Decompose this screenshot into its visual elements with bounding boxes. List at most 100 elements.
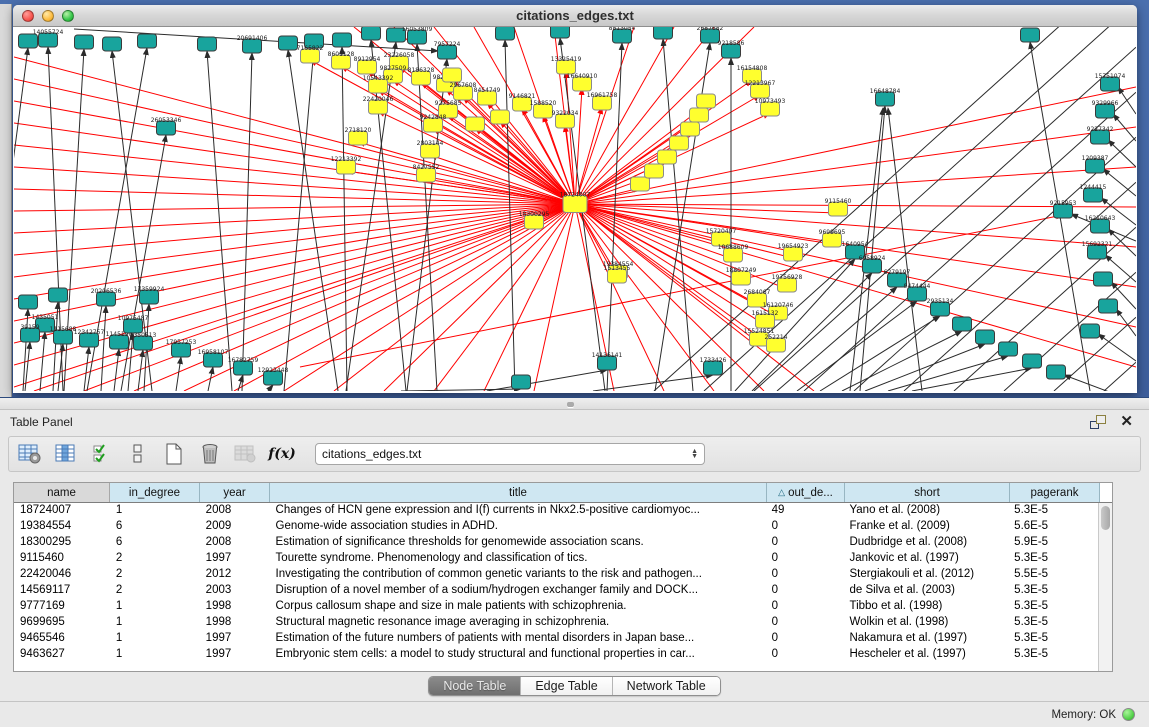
column-header-outde[interactable]: △out_de... bbox=[767, 483, 845, 502]
function-builder-icon[interactable]: f(x) bbox=[269, 441, 295, 467]
graph-node[interactable] bbox=[512, 375, 531, 389]
column-header-pagerank[interactable]: pagerank bbox=[1010, 483, 1100, 502]
column-header-name[interactable]: name bbox=[14, 483, 110, 502]
table-cell: 1 bbox=[110, 631, 200, 647]
table-panel: Table Panel ✕ f(x) citations_edges.txt bbox=[0, 410, 1149, 727]
graph-node[interactable] bbox=[654, 27, 673, 39]
table-row[interactable]: 1872400712008Changes of HCN gene express… bbox=[14, 503, 1098, 519]
graph-node-label: 9329966 bbox=[1092, 100, 1119, 107]
graph-node-label: 1350513 bbox=[130, 332, 157, 339]
table-cell: 2008 bbox=[200, 503, 270, 519]
close-panel-icon[interactable]: ✕ bbox=[1120, 415, 1133, 429]
tab-edge-table[interactable]: Edge Table bbox=[521, 677, 612, 695]
column-header-indegree[interactable]: in_degree bbox=[110, 483, 200, 502]
graph-node[interactable] bbox=[75, 35, 94, 49]
table-row[interactable]: 2242004622012Investigating the contribut… bbox=[14, 567, 1098, 583]
graph-node-label: 13325419 bbox=[551, 56, 582, 63]
graph-node[interactable] bbox=[697, 94, 716, 108]
table-cell: Nakamura et al. (1997) bbox=[843, 631, 1008, 647]
graph-node[interactable] bbox=[103, 37, 122, 51]
table-row[interactable]: 946554611997Estimation of the future num… bbox=[14, 631, 1098, 647]
network-graph[interactable]: 1405572420691406160538097957224881305426… bbox=[14, 27, 1136, 391]
graph-node-label: 8427552 bbox=[413, 164, 440, 171]
delete-table-icon[interactable] bbox=[197, 441, 223, 467]
graph-node[interactable] bbox=[443, 68, 462, 82]
graph-node[interactable] bbox=[690, 108, 709, 122]
graph-node[interactable] bbox=[491, 110, 510, 124]
graph-node[interactable] bbox=[49, 288, 68, 302]
table-cell: 5.3E-5 bbox=[1008, 551, 1098, 567]
table-row[interactable]: 977716911998Corpus callosum shape and si… bbox=[14, 599, 1098, 615]
graph-node[interactable] bbox=[1081, 324, 1100, 338]
new-file-icon[interactable] bbox=[161, 441, 187, 467]
graph-node[interactable] bbox=[138, 34, 157, 48]
table-cell: 1997 bbox=[200, 631, 270, 647]
table-cell: Hescheler et al. (1997) bbox=[843, 647, 1008, 663]
table-cell: 6 bbox=[110, 519, 200, 535]
graph-node[interactable] bbox=[362, 27, 381, 40]
graph-node[interactable] bbox=[1047, 365, 1066, 379]
column-header-year[interactable]: year bbox=[200, 483, 270, 502]
table-body[interactable]: 1872400712008Changes of HCN gene express… bbox=[14, 503, 1098, 671]
graph-node[interactable] bbox=[999, 342, 1018, 356]
table-row[interactable]: 1938455462009Genome-wide association stu… bbox=[14, 519, 1098, 535]
table-row[interactable]: 911546021997Tourette syndrome. Phenomeno… bbox=[14, 551, 1098, 567]
graph-node[interactable] bbox=[1099, 299, 1118, 313]
float-panel-icon[interactable] bbox=[1090, 415, 1106, 429]
graph-node[interactable] bbox=[645, 164, 664, 178]
graph-node[interactable] bbox=[19, 34, 38, 48]
row-height-icon[interactable] bbox=[125, 441, 151, 467]
graph-node[interactable] bbox=[333, 33, 352, 47]
table-scrollbar[interactable] bbox=[1098, 503, 1112, 671]
network-canvas[interactable]: 1405572420691406160538097957224881305426… bbox=[14, 27, 1136, 391]
graph-node-label: 19756928 bbox=[772, 274, 803, 281]
select-all-check-icon[interactable] bbox=[89, 441, 115, 467]
panel-divider[interactable] bbox=[0, 397, 1149, 410]
graph-node-label: 20206536 bbox=[91, 288, 122, 295]
graph-node[interactable] bbox=[551, 27, 570, 38]
graph-node-label: 9322034 bbox=[552, 110, 579, 117]
graph-node-label: 16120746 bbox=[763, 302, 794, 309]
table-panel-title: Table Panel bbox=[10, 415, 73, 429]
table-cell: Wolkin et al. (1998) bbox=[843, 615, 1008, 631]
graph-node[interactable] bbox=[681, 122, 700, 136]
graph-node[interactable] bbox=[953, 317, 972, 331]
tab-network-table[interactable]: Network Table bbox=[613, 677, 720, 695]
table-row[interactable]: 969969511998Structural magnetic resonanc… bbox=[14, 615, 1098, 631]
scrollbar-thumb[interactable] bbox=[1101, 506, 1110, 530]
divider-grip-icon[interactable] bbox=[567, 402, 574, 407]
table-row[interactable]: 946362711997Embryonic stem cells: a mode… bbox=[14, 647, 1098, 663]
table-cell: 0 bbox=[766, 535, 844, 551]
table-row[interactable]: 1456911722003Disruption of a novel membe… bbox=[14, 583, 1098, 599]
table-row[interactable]: 1830029562008Estimation of significance … bbox=[14, 535, 1098, 551]
table-cell: 1997 bbox=[200, 647, 270, 663]
graph-node[interactable] bbox=[198, 37, 217, 51]
graph-node[interactable] bbox=[496, 27, 515, 40]
memory-ok-icon[interactable] bbox=[1122, 708, 1135, 721]
column-header-title[interactable]: title bbox=[270, 483, 767, 502]
table-select-dropdown[interactable]: citations_edges.txt ▲▼ bbox=[315, 443, 705, 465]
window-titlebar[interactable]: citations_edges.txt bbox=[13, 5, 1137, 27]
graph-node[interactable] bbox=[631, 177, 650, 191]
table-cell: 2 bbox=[110, 583, 200, 599]
graph-node-label: 9227342 bbox=[1087, 126, 1114, 133]
graph-node[interactable] bbox=[1023, 354, 1042, 368]
graph-node[interactable] bbox=[976, 330, 995, 344]
table-cell: 6 bbox=[110, 535, 200, 551]
table-cell: 0 bbox=[766, 567, 844, 583]
column-select-icon[interactable] bbox=[53, 441, 79, 467]
sort-ascending-icon: △ bbox=[778, 487, 785, 498]
tab-node-table[interactable]: Node Table bbox=[429, 677, 521, 695]
graph-node[interactable] bbox=[670, 136, 689, 150]
graph-node[interactable] bbox=[1094, 272, 1113, 286]
column-header-short[interactable]: short bbox=[845, 483, 1010, 502]
graph-node[interactable] bbox=[658, 150, 677, 164]
graph-node[interactable] bbox=[466, 117, 485, 131]
graph-node[interactable] bbox=[1021, 28, 1040, 42]
table-tabs: Node TableEdge TableNetwork Table bbox=[428, 676, 720, 696]
graph-node-label: 12213967 bbox=[745, 80, 776, 87]
graph-node[interactable] bbox=[279, 36, 298, 50]
graph-node-label: 20691406 bbox=[237, 35, 268, 42]
graph-node[interactable] bbox=[19, 295, 38, 309]
table-settings-icon[interactable] bbox=[17, 441, 43, 467]
